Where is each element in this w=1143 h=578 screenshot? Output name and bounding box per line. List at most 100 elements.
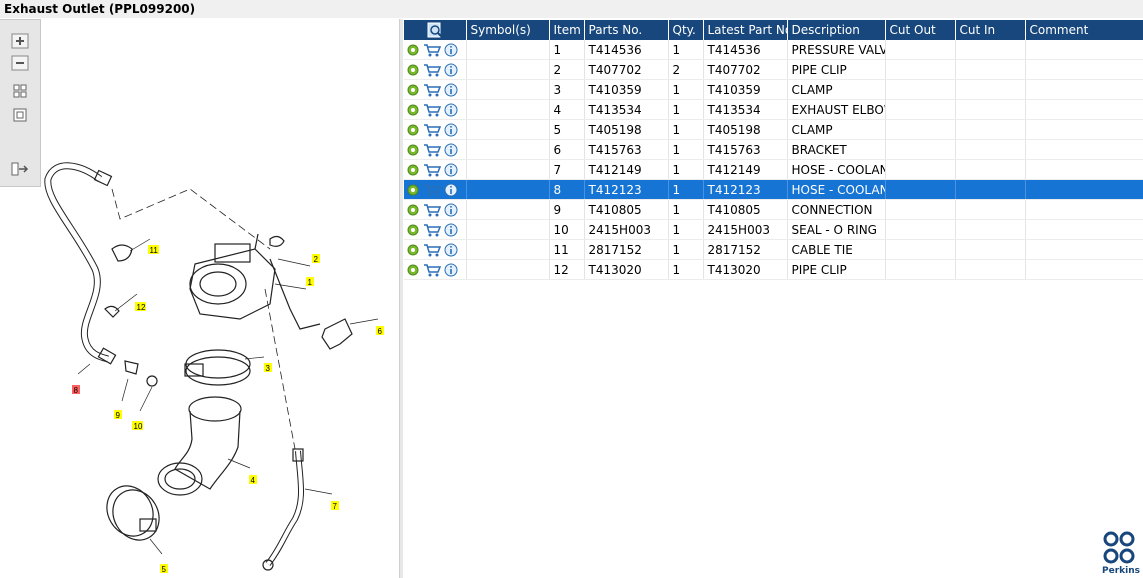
table-row[interactable]: 3 T410359 1 T410359 CLAMP	[404, 79, 1143, 100]
gear-icon[interactable]	[406, 263, 420, 277]
cart-icon[interactable]	[423, 103, 441, 117]
collapse-pane-button[interactable]	[10, 160, 30, 178]
gear-icon[interactable]	[406, 83, 420, 97]
comment-cell	[1025, 179, 1143, 200]
row-actions-cell	[404, 159, 467, 180]
description-cell: HOSE - COOLANT	[787, 179, 886, 200]
info-icon[interactable]	[444, 143, 458, 157]
exploded-parts-diagram[interactable]: 123456789101112	[0, 19, 399, 578]
info-icon[interactable]	[444, 123, 458, 137]
cart-icon[interactable]	[423, 243, 441, 257]
info-icon[interactable]	[444, 63, 458, 77]
cart-icon[interactable]	[423, 183, 441, 197]
callout-2[interactable]: 2	[312, 254, 320, 264]
column-header-description[interactable]: Description	[787, 20, 886, 40]
zoom-in-button[interactable]	[10, 32, 30, 50]
comment-cell	[1025, 219, 1143, 240]
gear-icon[interactable]	[406, 203, 420, 217]
table-row[interactable]: 11 2817152 1 2817152 CABLE TIE	[404, 239, 1143, 260]
table-row[interactable]: 5 T405198 1 T405198 CLAMP	[404, 119, 1143, 140]
column-header-parts-no[interactable]: Parts No.	[584, 20, 669, 40]
latest-part-no-cell: T410805	[703, 199, 788, 220]
zoom-out-button[interactable]	[10, 54, 30, 72]
callout-3[interactable]: 3	[264, 363, 272, 373]
callout-6[interactable]: 6	[376, 326, 384, 336]
actual-size-button[interactable]	[10, 106, 30, 124]
fit-view-button[interactable]	[10, 82, 30, 100]
callout-7[interactable]: 7	[331, 501, 339, 511]
cart-icon[interactable]	[423, 83, 441, 97]
callout-11[interactable]: 11	[148, 245, 159, 255]
row-actions-cell	[404, 219, 467, 240]
callout-1[interactable]: 1	[306, 277, 314, 287]
info-icon[interactable]	[444, 263, 458, 277]
table-row[interactable]: 12 T413020 1 T413020 PIPE CLIP	[404, 259, 1143, 280]
cut-out-cell	[885, 40, 956, 60]
table-row[interactable]: 1 T414536 1 T414536 PRESSURE VALVE	[404, 40, 1143, 60]
info-icon[interactable]	[444, 183, 458, 197]
gear-icon[interactable]	[406, 243, 420, 257]
gear-icon[interactable]	[406, 143, 420, 157]
item-cell: 9	[549, 199, 585, 220]
cart-icon[interactable]	[423, 263, 441, 277]
table-row[interactable]: 10 2415H003 1 2415H003 SEAL - O RING	[404, 219, 1143, 240]
latest-part-no-cell: T414536	[703, 40, 788, 60]
callout-10[interactable]: 10	[132, 421, 143, 431]
gear-icon[interactable]	[406, 43, 420, 57]
callout-9[interactable]: 9	[114, 410, 122, 420]
latest-part-no-cell: T415763	[703, 139, 788, 160]
hose-7-shape	[265, 450, 305, 566]
table-row[interactable]: 9 T410805 1 T410805 CONNECTION	[404, 199, 1143, 220]
callout-5[interactable]: 5	[160, 564, 168, 574]
column-header-item[interactable]: Item	[549, 20, 585, 40]
pane-splitter[interactable]	[400, 19, 403, 578]
callout-8[interactable]: 8	[72, 385, 80, 395]
gear-icon[interactable]	[406, 163, 420, 177]
column-header-comment[interactable]: Comment	[1025, 20, 1143, 40]
cut-out-cell	[885, 179, 956, 200]
gear-icon[interactable]	[406, 223, 420, 237]
info-icon[interactable]	[444, 83, 458, 97]
cart-icon[interactable]	[423, 123, 441, 137]
table-row[interactable]: 7T4121491T412149HOSE - COOLANT	[404, 159, 1143, 180]
part-no-cell: T412123	[584, 179, 669, 200]
gear-icon[interactable]	[406, 183, 420, 197]
symbols-cell	[466, 259, 550, 280]
callout-label: 9	[116, 411, 121, 420]
cart-icon[interactable]	[423, 223, 441, 237]
gear-icon[interactable]	[406, 123, 420, 137]
info-icon[interactable]	[444, 103, 458, 117]
table-row[interactable]: 4T4135341T413534EXHAUST ELBOW	[404, 99, 1143, 120]
table-row[interactable]: 6 T415763 1 T415763 BRACKET	[404, 139, 1143, 160]
info-icon[interactable]	[444, 203, 458, 217]
callout-4[interactable]: 4	[249, 475, 257, 485]
cart-icon[interactable]	[423, 43, 441, 57]
cut-in-cell	[955, 59, 1026, 80]
callout-12[interactable]: 12	[135, 302, 146, 312]
gear-icon[interactable]	[406, 103, 420, 117]
table-row[interactable]: 2 T407702 2 T407702 PIPE CLIP	[404, 59, 1143, 80]
column-header-tools[interactable]	[404, 20, 467, 40]
column-header-qty[interactable]: Qty.	[668, 20, 704, 40]
info-icon[interactable]	[444, 43, 458, 57]
qty-cell: 1	[668, 259, 704, 280]
perkins-logo-text: Perkins	[1102, 566, 1140, 576]
info-icon[interactable]	[444, 163, 458, 177]
cart-icon[interactable]	[423, 143, 441, 157]
column-header-latest-part-no[interactable]: Latest Part No.	[703, 20, 788, 40]
cut-out-cell	[885, 259, 956, 280]
info-icon[interactable]	[444, 223, 458, 237]
column-header-symbols[interactable]: Symbol(s)	[466, 20, 550, 40]
callout-label: 1	[308, 278, 313, 287]
description-cell: CABLE TIE	[787, 239, 886, 260]
column-header-cut-out[interactable]: Cut Out	[885, 20, 956, 40]
cart-icon[interactable]	[423, 203, 441, 217]
table-row[interactable]: 8T4121231T412123HOSE - COOLANT	[404, 179, 1143, 200]
symbols-cell	[466, 199, 550, 220]
gear-icon[interactable]	[406, 63, 420, 77]
cart-icon[interactable]	[423, 163, 441, 177]
cart-icon[interactable]	[423, 63, 441, 77]
diagram-pane[interactable]: 1 2 3 4 5 6 7 8 9 10 11 12	[0, 19, 400, 578]
info-icon[interactable]	[444, 243, 458, 257]
column-header-cut-in[interactable]: Cut In	[955, 20, 1026, 40]
